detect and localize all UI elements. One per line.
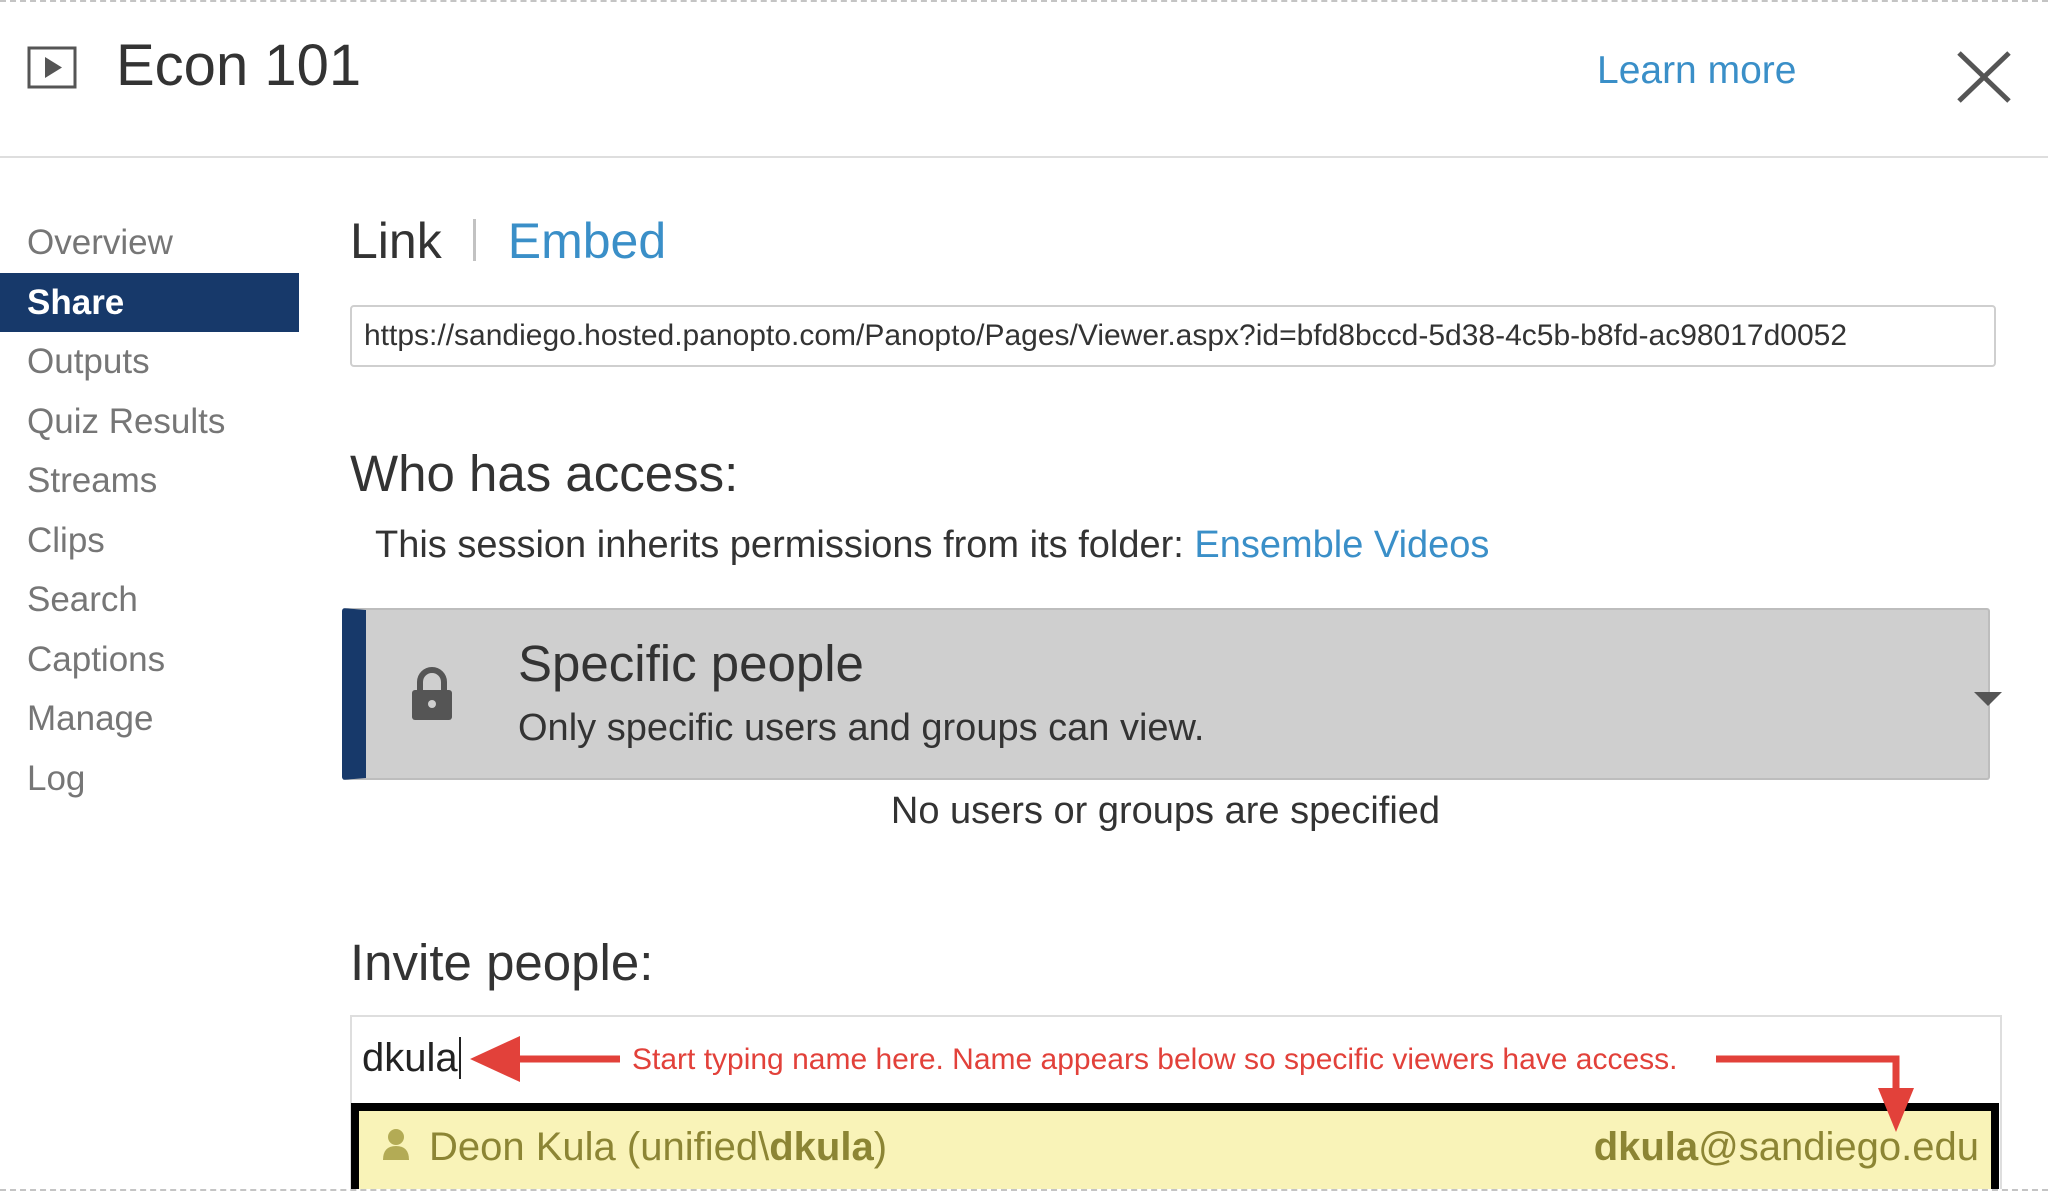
close-icon[interactable] — [1955, 49, 2013, 105]
learn-more-link[interactable]: Learn more — [1597, 49, 1796, 93]
access-level-title: Specific people — [518, 635, 864, 692]
page-title: Econ 101 — [116, 33, 362, 98]
sidebar-item-captions[interactable]: Captions — [0, 630, 299, 690]
tab-link[interactable]: Link — [350, 213, 442, 269]
sidebar-item-overview[interactable]: Overview — [0, 213, 299, 273]
bottom-dashed-border — [0, 1189, 2048, 1191]
tab-embed[interactable]: Embed — [508, 213, 666, 269]
person-icon — [383, 1129, 409, 1160]
suggestion-name: Deon Kula (unified\dkula) — [429, 1125, 887, 1170]
lock-icon — [412, 667, 452, 720]
text-cursor — [458, 1037, 461, 1079]
suggestion-email-domain: @sandiego.edu — [1698, 1125, 1979, 1169]
suggestion-email-match: dkula — [1593, 1125, 1699, 1169]
video-icon — [27, 46, 77, 89]
access-level-dropdown[interactable]: Specific people Only specific users and … — [342, 608, 2002, 780]
header: Econ 101 Learn more — [0, 2, 2048, 158]
sidebar-item-clips[interactable]: Clips — [0, 511, 299, 571]
invite-input-value: dkula — [362, 1036, 458, 1080]
sidebar-item-search[interactable]: Search — [0, 570, 299, 630]
sidebar-item-quiz-results[interactable]: Quiz Results — [0, 392, 299, 452]
inherit-label: This session inherits permissions from i… — [375, 524, 1195, 566]
suggestion-email: dkula@sandiego.edu — [1594, 1125, 1979, 1170]
sidebar-item-outputs[interactable]: Outputs — [0, 332, 299, 392]
access-heading: Who has access: — [350, 445, 739, 502]
access-level-description: Only specific users and groups can view. — [518, 707, 1205, 749]
suggestion-name-prefix: Deon Kula (unified\ — [429, 1125, 770, 1169]
sidebar-nav: Overview Share Outputs Quiz Results Stre… — [0, 213, 299, 808]
folder-link[interactable]: Ensemble Videos — [1194, 524, 1489, 566]
chevron-down-icon — [1974, 692, 2002, 706]
share-tabs: Link Embed — [350, 212, 666, 270]
sidebar-item-streams[interactable]: Streams — [0, 451, 299, 511]
tab-divider — [472, 219, 476, 261]
share-url-field[interactable]: https://sandiego.hosted.panopto.com/Pano… — [350, 305, 1996, 367]
no-users-message: No users or groups are specified — [890, 790, 1441, 832]
sidebar-item-manage[interactable]: Manage — [0, 689, 299, 749]
suggestion-name-suffix: ) — [873, 1125, 888, 1169]
inherit-permissions-text: This session inherits permissions from i… — [375, 524, 1489, 567]
user-suggestion-item[interactable]: Deon Kula (unified\dkula) dkula@sandiego… — [351, 1103, 1999, 1189]
invite-input[interactable]: dkula — [362, 1036, 461, 1081]
suggestion-name-match: dkula — [769, 1125, 874, 1169]
invite-heading: Invite people: — [350, 934, 654, 991]
annotation-text: Start typing name here. Name appears bel… — [632, 1043, 1678, 1076]
sidebar-item-share[interactable]: Share — [0, 272, 299, 332]
